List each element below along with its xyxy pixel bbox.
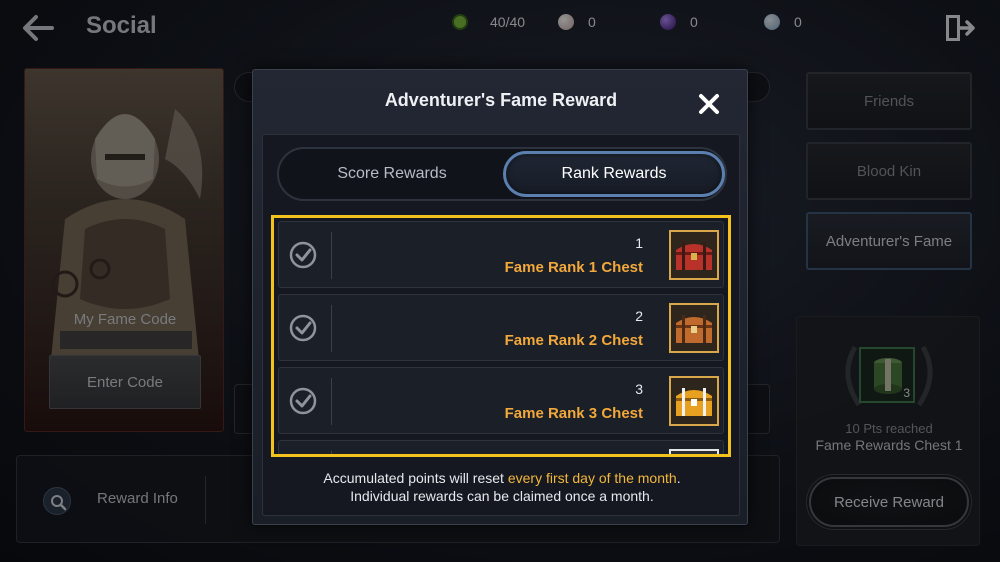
- chest-icon[interactable]: [669, 449, 719, 454]
- tab-score-rewards[interactable]: Score Rewards: [281, 151, 503, 197]
- tab-rank-rewards[interactable]: Rank Rewards: [503, 151, 725, 197]
- divider: [331, 232, 332, 279]
- list-item[interactable]: 1 Fame Rank 1 Chest: [278, 221, 724, 288]
- notice-highlight: every first day of the month: [507, 470, 677, 486]
- reward-name: Fame Rank 2 Chest: [504, 332, 643, 349]
- orange-chest-icon[interactable]: [669, 303, 719, 353]
- fame-reward-modal: Adventurer's Fame Reward Score Rewards R…: [252, 69, 748, 525]
- list-item[interactable]: 3 Fame Rank 3 Chest: [278, 367, 724, 434]
- gold-chest-icon[interactable]: [669, 376, 719, 426]
- reset-notice: Accumulated points will reset every firs…: [263, 469, 741, 505]
- notice-text: Accumulated points will reset: [323, 470, 508, 486]
- close-icon[interactable]: [695, 90, 723, 118]
- check-circle-icon: [289, 314, 317, 342]
- divider: [331, 305, 332, 352]
- reward-rank: 1: [635, 235, 643, 251]
- divider: [331, 451, 332, 454]
- reward-tabs: Score Rewards Rank Rewards: [277, 147, 727, 201]
- reward-name: Fame Rank 3 Chest: [504, 405, 643, 422]
- red-chest-icon[interactable]: [669, 230, 719, 280]
- notice-text: Individual rewards can be claimed once a…: [350, 488, 654, 504]
- check-circle-icon: [289, 387, 317, 415]
- list-item[interactable]: 2 Fame Rank 2 Chest: [278, 294, 724, 361]
- check-circle-icon: [289, 241, 317, 269]
- reward-rank: 3: [635, 381, 643, 397]
- list-item[interactable]: [278, 440, 724, 454]
- notice-text: .: [676, 470, 681, 486]
- modal-content: Score Rewards Rank Rewards 1 Fame Rank 1…: [262, 134, 740, 516]
- reward-name: Fame Rank 1 Chest: [504, 259, 643, 276]
- reward-rank: 2: [635, 308, 643, 324]
- rank-reward-list[interactable]: 1 Fame Rank 1 Chest 2 Fame Rank 2 Chest …: [271, 215, 731, 457]
- divider: [331, 378, 332, 425]
- modal-title: Adventurer's Fame Reward: [384, 90, 618, 110]
